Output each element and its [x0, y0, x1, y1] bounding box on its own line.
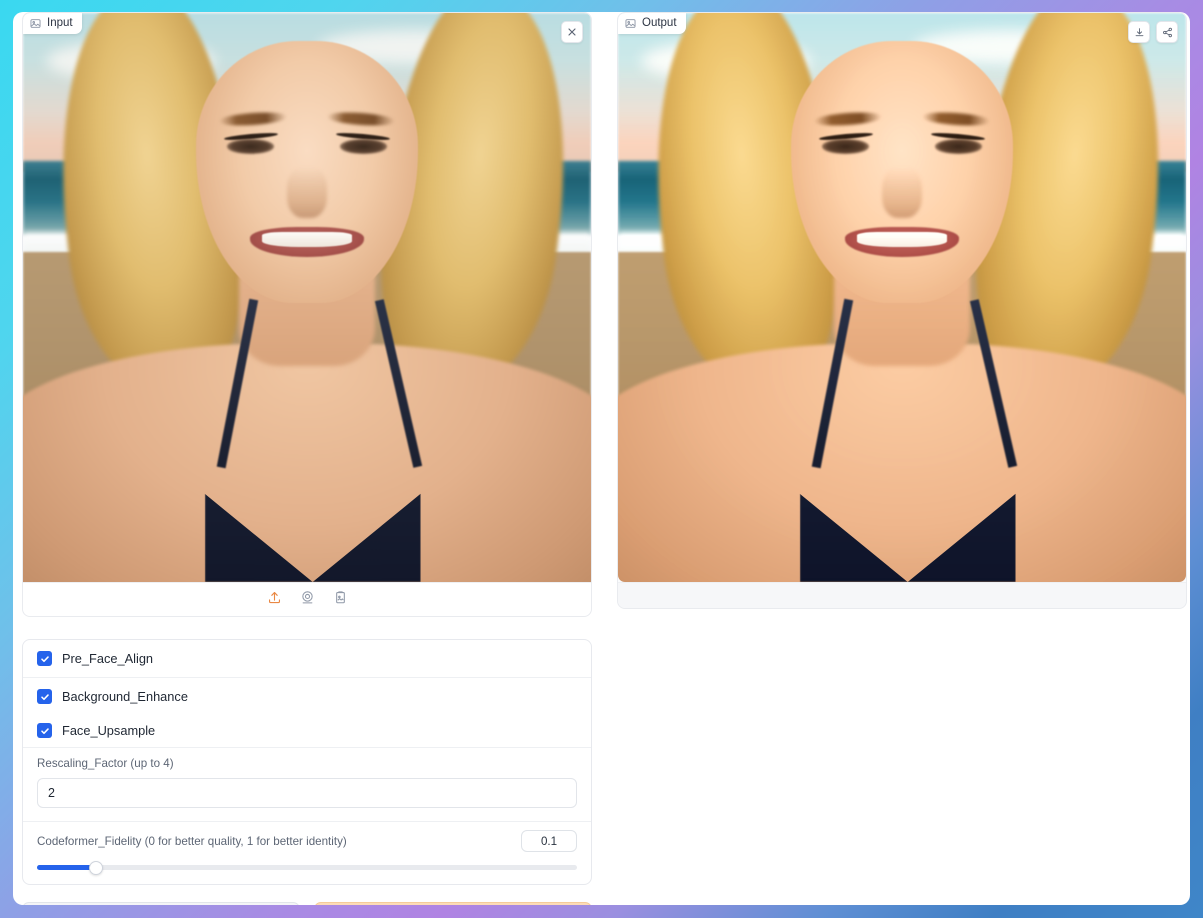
rescaling-factor-field: Rescaling_Factor (up to 4)	[23, 747, 591, 821]
fidelity-header: Codeformer_Fidelity (0 for better qualit…	[37, 830, 577, 852]
photo-nose	[882, 166, 922, 218]
image-icon	[625, 18, 636, 29]
checkbox-label: Background_Enhance	[62, 689, 188, 704]
clear-button[interactable]: Clear	[22, 902, 300, 905]
input-panel-tools	[561, 21, 583, 43]
rescaling-factor-input[interactable]	[37, 778, 577, 808]
checkbox-pre-face-align[interactable]	[37, 651, 52, 666]
output-label-chip: Output	[618, 13, 686, 34]
slider-fill	[37, 865, 97, 870]
codeformer-fidelity-field: Codeformer_Fidelity (0 for better qualit…	[23, 821, 591, 884]
photo-eye	[934, 139, 982, 155]
checkbox-label: Pre_Face_Align	[62, 651, 154, 666]
checkbox-face-upsample[interactable]	[37, 723, 52, 738]
output-image-panel: Output	[617, 12, 1187, 609]
input-label-chip: Input	[23, 13, 82, 34]
photo-shoulders	[618, 343, 1186, 582]
photo-nose	[287, 166, 327, 218]
input-image-stage[interactable]: Input	[23, 13, 591, 582]
photo-eye	[339, 139, 387, 155]
webcam-icon[interactable]	[300, 590, 315, 610]
checkbox-row-face-upsample[interactable]: Face_Upsample	[23, 715, 591, 747]
output-image-stage[interactable]: Output	[618, 13, 1186, 582]
output-photo	[618, 13, 1186, 582]
photo-eye	[822, 139, 870, 155]
image-icon	[30, 18, 41, 29]
output-label-text: Output	[642, 17, 677, 29]
app-window: Input Pre_Face_Align Background_Enhance …	[13, 12, 1190, 905]
photo-eye	[227, 139, 275, 155]
input-image-panel: Input	[22, 12, 592, 617]
input-photo	[23, 13, 591, 582]
download-icon[interactable]	[1128, 21, 1150, 43]
input-label-text: Input	[47, 17, 73, 29]
codeformer-fidelity-label: Codeformer_Fidelity (0 for better qualit…	[37, 834, 347, 848]
input-source-toolbar	[23, 582, 591, 616]
clipboard-image-icon[interactable]	[333, 590, 348, 610]
rescaling-factor-label: Rescaling_Factor (up to 4)	[37, 757, 174, 770]
close-icon[interactable]	[561, 21, 583, 43]
submit-button[interactable]: Submit	[314, 902, 592, 905]
output-panel-tools	[1128, 21, 1178, 43]
share-icon[interactable]	[1156, 21, 1178, 43]
checkbox-label: Face_Upsample	[62, 723, 156, 738]
input-column: Input Pre_Face_Align Background_Enhance …	[22, 12, 592, 905]
output-panel-footer	[618, 582, 1186, 608]
main-columns: Input Pre_Face_Align Background_Enhance …	[22, 12, 1190, 905]
options-card: Pre_Face_Align Background_Enhance Face_U…	[22, 639, 592, 885]
checkbox-row-background-enhance[interactable]: Background_Enhance	[23, 677, 591, 715]
codeformer-fidelity-number-input[interactable]	[521, 830, 577, 852]
photo-teeth	[856, 232, 948, 247]
slider-thumb[interactable]	[89, 860, 104, 875]
output-column: Output	[617, 12, 1187, 905]
photo-shoulders	[23, 343, 591, 582]
upload-icon[interactable]	[267, 590, 282, 610]
codeformer-fidelity-slider[interactable]	[37, 860, 577, 875]
checkbox-background-enhance[interactable]	[37, 689, 52, 704]
checkbox-row-pre-face-align[interactable]: Pre_Face_Align	[23, 640, 591, 677]
action-buttons: Clear Submit	[22, 902, 592, 905]
photo-teeth	[261, 232, 353, 247]
